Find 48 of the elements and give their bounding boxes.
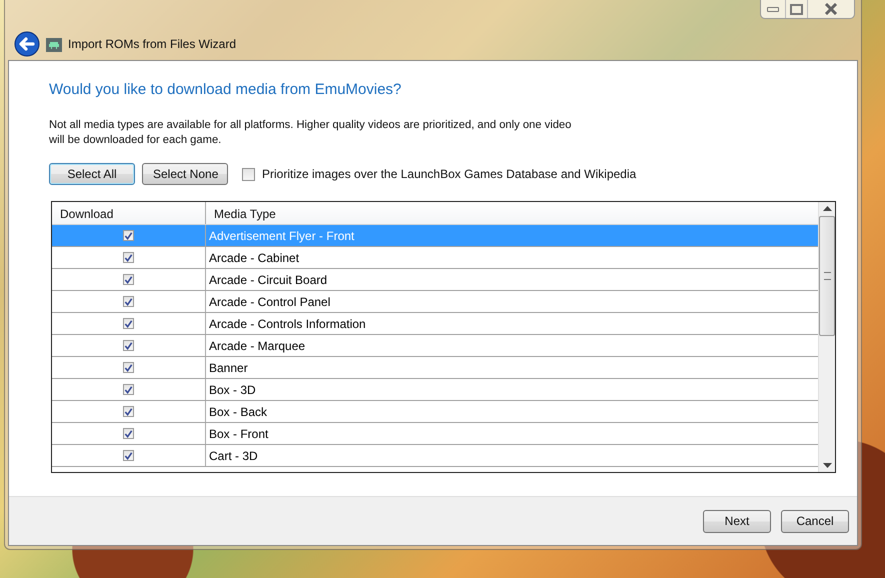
media-type-text: Box - 3D xyxy=(209,382,256,396)
media-type-text: Box - Front xyxy=(209,426,268,440)
table-row[interactable]: Arcade - Control Panel xyxy=(52,291,818,313)
footer-button[interactable]: Next xyxy=(703,510,771,532)
description-text: Not all media types are available for all platforms. Higher quality videos are prioritized, and only one video will be downloaded for each game. xyxy=(49,118,572,148)
page-heading: Would you like to download media from EmuMovies? xyxy=(49,81,402,98)
table-row[interactable]: Banner xyxy=(52,357,818,379)
row-checkbox[interactable] xyxy=(123,450,134,461)
window-title: Import ROMs from Files Wizard xyxy=(68,37,236,51)
media-type-text: Arcade - Cabinet xyxy=(209,250,300,264)
row-checkbox[interactable] xyxy=(123,230,134,241)
footer-button[interactable]: Cancel xyxy=(781,510,849,532)
media-type-text: Arcade - Circuit Board xyxy=(209,272,328,286)
checkbox-label: Prioritize images over the LaunchBox Games Database and Wikipedia xyxy=(262,167,636,181)
table-row[interactable]: Cart - 3D xyxy=(52,445,818,467)
row-checkbox[interactable] xyxy=(123,252,134,263)
media-type-text: Arcade - Marquee xyxy=(209,338,306,352)
select-button[interactable]: Select None xyxy=(142,163,228,185)
select-button[interactable]: Select All xyxy=(49,163,135,185)
media-type-text: Arcade - Control Panel xyxy=(209,294,330,308)
row-checkbox[interactable] xyxy=(123,340,134,351)
scroll-down-icon[interactable] xyxy=(822,463,832,468)
row-checkbox[interactable] xyxy=(123,384,134,395)
row-checkbox[interactable] xyxy=(123,318,134,329)
table-row[interactable]: Arcade - Circuit Board xyxy=(52,269,818,291)
space-invader-icon xyxy=(46,38,62,52)
table-row[interactable]: Box - Back xyxy=(52,401,818,423)
table-row[interactable]: Arcade - Marquee xyxy=(52,335,818,357)
row-checkbox[interactable] xyxy=(123,362,134,373)
table-row[interactable]: Box - 3D xyxy=(52,379,818,401)
table-row[interactable]: Box - Front xyxy=(52,423,818,445)
scroll-up-icon[interactable] xyxy=(822,206,832,211)
row-checkbox[interactable] xyxy=(123,296,134,307)
close-icon xyxy=(823,3,839,15)
media-type-text: Advertisement Flyer - Front xyxy=(209,228,354,242)
column-header[interactable]: Download xyxy=(52,202,206,224)
row-checkbox[interactable] xyxy=(123,274,134,285)
media-type-text: Arcade - Controls Information xyxy=(209,316,366,330)
table-row[interactable]: Arcade - Controls Information xyxy=(52,313,818,335)
media-type-text: Cart - 3D xyxy=(209,448,258,462)
row-checkbox[interactable] xyxy=(123,428,134,439)
media-type-text: Box - Back xyxy=(209,404,268,418)
column-header[interactable]: Media Type xyxy=(206,202,818,224)
row-checkbox[interactable] xyxy=(123,406,134,417)
scrollbar[interactable] xyxy=(818,202,835,472)
table-row[interactable]: Arcade - Cabinet xyxy=(52,247,818,269)
media-type-text: Banner xyxy=(209,360,248,374)
checkbox[interactable] xyxy=(242,168,255,180)
